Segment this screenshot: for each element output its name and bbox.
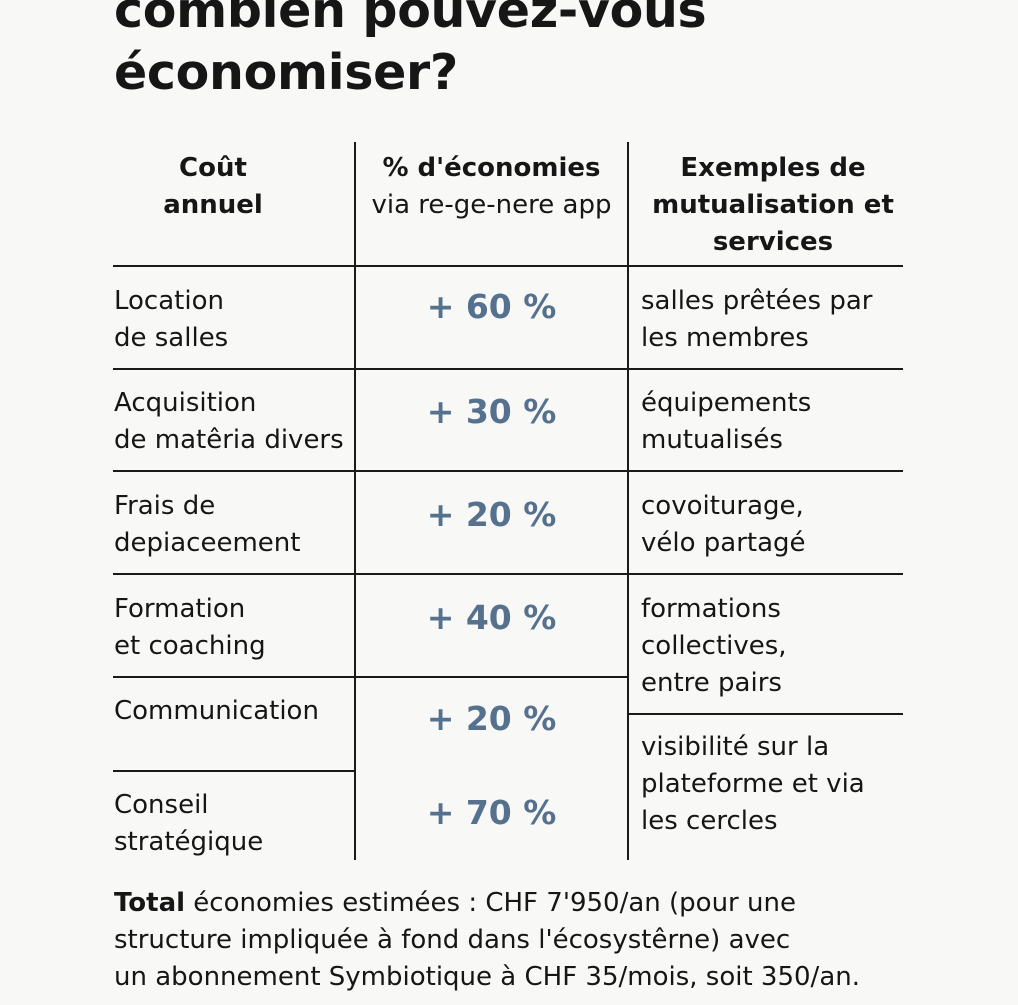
savings-percent: + 20 % <box>426 699 557 738</box>
cost-label: Communication <box>114 696 319 726</box>
cost-cell-consulting: Conseil stratégique <box>114 787 263 861</box>
cost-cell-travel: Frais de depiaceement <box>114 488 300 562</box>
title-line-1: combien pouvez-vous <box>114 0 707 39</box>
row-divider <box>113 573 903 575</box>
example-text: salles prêtées par <box>641 286 873 316</box>
total-savings-note: Total économies estimées : CHF 7'950/an … <box>114 885 860 996</box>
example-text: formations <box>641 594 781 624</box>
cost-label: Conseil <box>114 790 209 820</box>
total-line-1-text: économies estimées : CHF 7'950/an (pour … <box>185 888 796 918</box>
cost-cell-acquisition: Acquisition de matêria divers <box>114 385 344 459</box>
cost-label: de salles <box>114 323 229 353</box>
cost-label: Formation <box>114 594 246 624</box>
header-examples: Exemples de mutualisation et services <box>628 150 918 261</box>
row-divider <box>113 265 903 267</box>
total-line-2: structure impliquée à fond dans l'écosys… <box>114 925 791 955</box>
header-savings: % d'économies via re-ge-nere app <box>355 150 628 224</box>
cost-cell-communication: Communication <box>114 693 319 730</box>
header-examples-line-3: services <box>712 227 834 257</box>
row-divider <box>113 470 903 472</box>
savings-percent: + 20 % <box>426 495 557 534</box>
header-savings-title: % d'économies <box>382 153 601 183</box>
header-examples-line-2: mutualisation et <box>652 190 894 220</box>
row-divider <box>113 770 355 772</box>
example-text: collectives, <box>641 631 787 661</box>
cost-label: Location <box>114 286 224 316</box>
example-text: vélo partagé <box>641 528 806 558</box>
example-text: équipements <box>641 388 812 418</box>
total-line-3: un abonnement Symbiotique à CHF 35/mois,… <box>114 962 860 992</box>
cost-label: depiaceement <box>114 528 301 558</box>
savings-percent: + 40 % <box>426 598 557 637</box>
cost-label: de matêria divers <box>114 425 344 455</box>
row-divider <box>627 713 903 715</box>
example-cell-visibility: visibilité sur la plateforme et via les … <box>641 729 865 840</box>
savings-percent: + 60 % <box>426 287 557 326</box>
header-cost-line-1: Coût <box>179 153 247 183</box>
example-text: les membres <box>641 323 809 353</box>
example-text: les cercles <box>641 806 778 836</box>
cost-label: Frais de <box>114 491 216 521</box>
example-cell-equipment: équipements mutualisés <box>641 385 811 459</box>
savings-percent: + 30 % <box>426 392 557 431</box>
page-title: combien pouvez-vous économiser? <box>114 0 707 104</box>
example-cell-mobility: covoiturage, vélo partagé <box>641 488 806 562</box>
header-savings-subtitle: via re-ge-nere app <box>371 190 612 220</box>
example-text: entre pairs <box>641 668 782 698</box>
title-line-2: économiser? <box>114 44 459 101</box>
cost-label: et coaching <box>114 631 266 661</box>
example-cell-training: formations collectives, entre pairs <box>641 591 787 702</box>
savings-percent: + 70 % <box>426 793 557 832</box>
header-cost: Coût annuel <box>113 150 313 224</box>
row-divider <box>113 368 903 370</box>
example-text: mutualisés <box>641 425 783 455</box>
total-label: Total <box>114 888 186 918</box>
cost-label: Acquisition <box>114 388 257 418</box>
total-line-1: Total économies estimées : CHF 7'950/an … <box>114 885 860 922</box>
cost-label: stratégique <box>114 827 264 857</box>
example-text: visibilité sur la <box>641 732 830 762</box>
cost-cell-training: Formation et coaching <box>114 591 266 665</box>
example-text: covoiturage, <box>641 491 804 521</box>
example-cell-rooms: salles prêtées par les membres <box>641 283 872 357</box>
header-examples-line-1: Exemples de <box>680 153 866 183</box>
cost-cell-location: Location de salles <box>114 283 228 357</box>
example-text: plateforme et via <box>641 769 865 799</box>
row-divider <box>113 676 628 678</box>
header-cost-line-2: annuel <box>163 190 263 220</box>
